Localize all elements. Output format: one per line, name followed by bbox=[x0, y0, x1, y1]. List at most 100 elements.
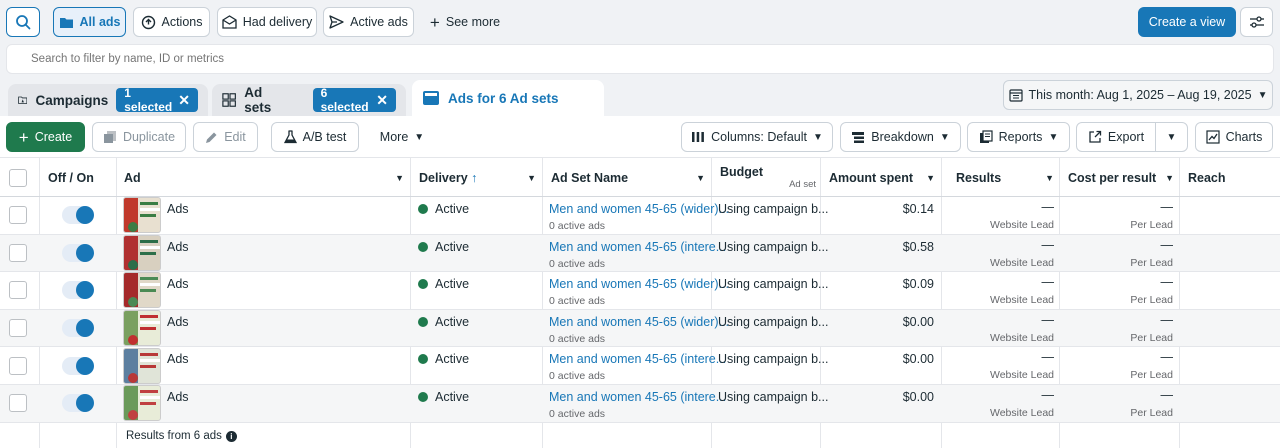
export-label: Export bbox=[1107, 130, 1145, 144]
tab-ads[interactable]: Ads for 6 Ad sets bbox=[412, 80, 604, 116]
caret-down-icon: ▼ bbox=[1257, 89, 1268, 101]
row-checkbox[interactable] bbox=[9, 243, 27, 262]
adset-name-link[interactable]: Men and women 45-65 (intere... bbox=[549, 240, 726, 254]
date-range-picker[interactable]: This month: Aug 1, 2025 – Aug 19, 2025 ▼ bbox=[1003, 80, 1273, 110]
envelope-open-icon bbox=[222, 15, 237, 29]
delivery-status-label: Active bbox=[435, 202, 470, 216]
delivery-status-label: Active bbox=[435, 352, 470, 367]
table-row[interactable]: Ads Active Men and women 45-65 (intere..… bbox=[0, 234, 1280, 273]
tab-adsets[interactable]: Ad sets 6 selected ✕ bbox=[212, 84, 406, 116]
table-row[interactable]: Ads Active Men and women 45-65 (intere..… bbox=[0, 385, 1280, 423]
ad-name[interactable]: Ads bbox=[167, 240, 189, 277]
column-budget[interactable]: Budget Ad set bbox=[720, 158, 816, 197]
more-button[interactable]: More ▼ bbox=[367, 122, 437, 152]
create-button[interactable]: + Create bbox=[6, 122, 85, 152]
column-results[interactable]: Results ▼ bbox=[956, 158, 1054, 197]
cost-per-result-value: — bbox=[1160, 200, 1174, 214]
ad-name[interactable]: Ads bbox=[167, 352, 189, 389]
toggle-knob bbox=[76, 243, 94, 262]
row-checkbox[interactable] bbox=[9, 319, 27, 338]
delivery-status-label: Active bbox=[435, 277, 470, 292]
table-row[interactable]: Ads Active Men and women 45-65 (wider)..… bbox=[0, 272, 1280, 310]
more-label: More bbox=[379, 130, 409, 144]
export-dropdown-button[interactable]: ▼ bbox=[1155, 122, 1188, 152]
results-value: — bbox=[1041, 350, 1055, 365]
breakdown-button[interactable]: Breakdown ▼ bbox=[840, 122, 961, 152]
cost-per-result-value: — bbox=[1160, 275, 1174, 290]
export-button[interactable]: Export bbox=[1076, 122, 1156, 152]
row-checkbox[interactable] bbox=[9, 206, 27, 225]
delivery-status: Active bbox=[418, 390, 469, 404]
cost-per-result-type: Per Lead bbox=[1130, 369, 1173, 382]
all-ads-button[interactable]: All ads bbox=[53, 7, 126, 37]
tab-campaigns[interactable]: Campaigns 1 selected ✕ bbox=[8, 84, 208, 116]
column-cost-per-result[interactable]: Cost per result ▼ bbox=[1068, 158, 1174, 197]
ad-name[interactable]: Ads bbox=[167, 277, 189, 314]
see-more-button[interactable]: + See more bbox=[422, 7, 508, 37]
on-off-toggle[interactable] bbox=[62, 206, 94, 225]
adsets-selected-label: 6 selected bbox=[320, 86, 369, 114]
table-row[interactable]: Ads Active Men and women 45-65 (wider)..… bbox=[0, 197, 1280, 235]
row-checkbox[interactable] bbox=[9, 281, 27, 300]
ad-name[interactable]: Ads bbox=[167, 202, 189, 239]
on-off-toggle[interactable] bbox=[62, 319, 94, 338]
column-ad-set-name[interactable]: Ad Set Name ▼ bbox=[551, 158, 705, 197]
adset-active-ads: 0 active ads bbox=[549, 257, 606, 270]
on-off-toggle[interactable] bbox=[62, 394, 94, 413]
results-type: Website Lead bbox=[989, 369, 1054, 382]
adset-name-link[interactable]: Men and women 45-65 (wider)... bbox=[549, 202, 729, 216]
on-off-toggle[interactable] bbox=[62, 356, 94, 375]
column-ad[interactable]: Ad ▼ bbox=[124, 158, 404, 197]
search-bar[interactable] bbox=[6, 44, 1274, 74]
campaigns-selected-chip[interactable]: 1 selected ✕ bbox=[116, 86, 198, 114]
active-ads-button[interactable]: Active ads bbox=[323, 7, 414, 37]
had-delivery-button[interactable]: Had delivery bbox=[217, 7, 317, 37]
ab-test-button[interactable]: A/B test bbox=[271, 122, 359, 152]
duplicate-button[interactable]: Duplicate bbox=[92, 122, 186, 152]
table-row[interactable]: Ads Active Men and women 45-65 (intere..… bbox=[0, 347, 1280, 385]
column-off-on[interactable]: Off / On bbox=[48, 158, 94, 197]
adsets-selected-chip[interactable]: 6 selected ✕ bbox=[312, 86, 396, 114]
charts-button[interactable]: Charts bbox=[1195, 122, 1273, 152]
results-type: Website Lead bbox=[989, 331, 1054, 344]
edit-button[interactable]: Edit bbox=[193, 122, 258, 152]
search-input[interactable] bbox=[7, 45, 1273, 73]
column-reach[interactable]: Reach bbox=[1188, 158, 1226, 197]
adset-name-link[interactable]: Men and women 45-65 (intere... bbox=[549, 352, 726, 366]
ad-name[interactable]: Ads bbox=[167, 315, 189, 352]
caret-down-icon: ▼ bbox=[1166, 131, 1177, 143]
on-off-toggle[interactable] bbox=[62, 281, 94, 300]
on-off-toggle[interactable] bbox=[62, 243, 94, 262]
actions-button[interactable]: Actions bbox=[133, 7, 210, 37]
select-all-checkbox[interactable] bbox=[9, 168, 27, 187]
adset-name-link[interactable]: Men and women 45-65 (wider)... bbox=[549, 315, 729, 329]
row-checkbox[interactable] bbox=[9, 394, 27, 413]
ad-name[interactable]: Ads bbox=[167, 390, 189, 427]
reports-button[interactable]: Reports ▼ bbox=[967, 122, 1070, 152]
caret-down-icon: ▼ bbox=[395, 172, 404, 183]
adset-name-link[interactable]: Men and women 45-65 (intere... bbox=[549, 390, 726, 404]
columns-icon bbox=[692, 132, 705, 142]
info-icon[interactable]: i bbox=[225, 430, 237, 442]
row-checkbox[interactable] bbox=[9, 356, 27, 375]
create-view-button[interactable]: Create a view bbox=[1138, 7, 1236, 37]
column-ad-label: Ad bbox=[124, 170, 141, 185]
close-icon[interactable]: ✕ bbox=[376, 92, 388, 109]
adset-active-ads: 0 active ads bbox=[549, 295, 606, 308]
adset-name-link[interactable]: Men and women 45-65 (wider)... bbox=[549, 277, 729, 291]
table-header: Off / On Ad ▼ Delivery ↑ ▼ Ad Set Name ▼… bbox=[0, 158, 1280, 197]
close-icon[interactable]: ✕ bbox=[178, 92, 190, 109]
settings-button[interactable] bbox=[1240, 7, 1273, 37]
charts-label: Charts bbox=[1225, 130, 1263, 144]
search-button[interactable] bbox=[6, 7, 40, 37]
caret-down-icon: ▼ bbox=[1165, 172, 1174, 183]
column-amount-spent[interactable]: Amount spent ▼ bbox=[829, 158, 935, 197]
folder-icon bbox=[59, 17, 73, 28]
actions-icon bbox=[141, 15, 155, 29]
delivery-status-label: Active bbox=[435, 314, 470, 329]
plus-icon: + bbox=[429, 12, 440, 32]
columns-button[interactable]: Columns: Default ▼ bbox=[681, 122, 833, 152]
ad-thumbnail bbox=[123, 385, 161, 422]
table-row[interactable]: Ads Active Men and women 45-65 (wider)..… bbox=[0, 309, 1280, 348]
column-delivery[interactable]: Delivery ↑ ▼ bbox=[419, 158, 536, 197]
